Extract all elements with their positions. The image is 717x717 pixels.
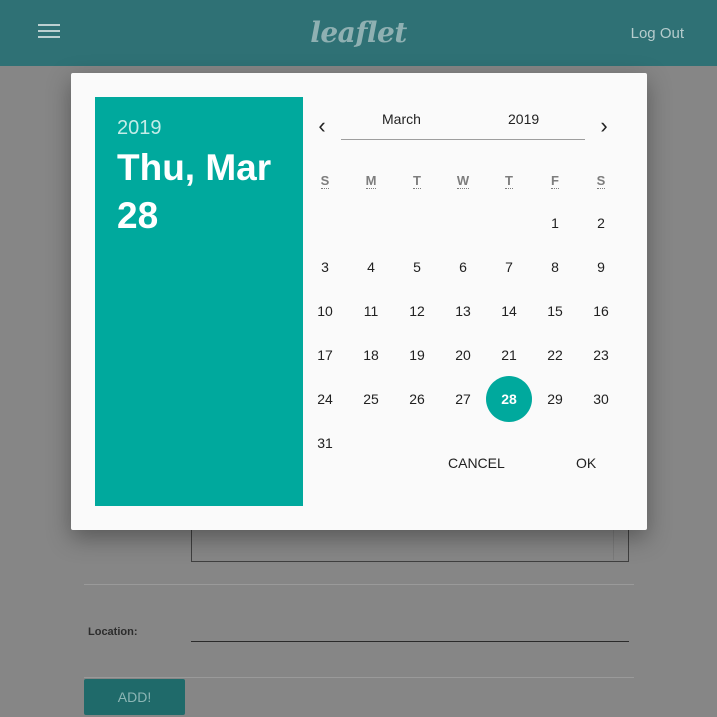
- location-label: Location:: [88, 626, 138, 638]
- day-cell[interactable]: 4: [348, 244, 394, 290]
- divider: [84, 677, 634, 678]
- day-selected[interactable]: 28: [486, 376, 532, 422]
- day-cell[interactable]: 20: [440, 332, 486, 378]
- month-year-select[interactable]: March 2019: [341, 111, 585, 140]
- day-cell[interactable]: 19: [394, 332, 440, 378]
- day-cell[interactable]: 3: [302, 244, 348, 290]
- chevron-left-icon[interactable]: ‹: [310, 115, 334, 139]
- day-cell[interactable]: 12: [394, 288, 440, 334]
- day-cell[interactable]: 1: [532, 200, 578, 246]
- location-input[interactable]: [191, 641, 629, 642]
- day-cell[interactable]: 6: [440, 244, 486, 290]
- day-cell[interactable]: 9: [578, 244, 624, 290]
- day-cell[interactable]: 27: [440, 376, 486, 422]
- weekday-label: S: [320, 173, 330, 189]
- day-cell[interactable]: 26: [394, 376, 440, 422]
- day-cell[interactable]: 5: [394, 244, 440, 290]
- day-cell[interactable]: 24: [302, 376, 348, 422]
- calendar: ‹ March 2019 › SMTWTFS 1 2 3 4 5 6 7 8 9 10 11 12 13…: [303, 97, 647, 506]
- year-select[interactable]: 2019: [508, 111, 539, 127]
- day-cell[interactable]: 13: [440, 288, 486, 334]
- dialog-actions: CANCEL OK: [303, 446, 647, 506]
- day-cell[interactable]: 23: [578, 332, 624, 378]
- day-cell[interactable]: 18: [348, 332, 394, 378]
- header-date: Thu, Mar 28: [117, 147, 272, 236]
- day-cell[interactable]: 16: [578, 288, 624, 334]
- weekday-label: T: [505, 173, 513, 189]
- day-cell[interactable]: 22: [532, 332, 578, 378]
- ok-button[interactable]: OK: [576, 455, 596, 471]
- header-year[interactable]: 2019: [117, 117, 281, 140]
- date-picker-header: 2019 Thu, Mar 28: [95, 97, 303, 506]
- day-cell[interactable]: 30: [578, 376, 624, 422]
- weekday-label: W: [456, 173, 470, 189]
- description-textarea[interactable]: [191, 528, 629, 562]
- day-cell[interactable]: 8: [532, 244, 578, 290]
- day-cell[interactable]: 17: [302, 332, 348, 378]
- app-logo: leaflet: [310, 16, 407, 49]
- weekday-label: M: [365, 173, 377, 189]
- day-cell[interactable]: 10: [302, 288, 348, 334]
- weekday-label: S: [596, 173, 606, 189]
- app-bar: leaflet Log Out: [0, 0, 717, 66]
- chevron-right-icon[interactable]: ›: [592, 115, 616, 139]
- day-cell[interactable]: 21: [486, 332, 532, 378]
- add-button[interactable]: ADD!: [84, 679, 185, 715]
- day-cell[interactable]: 15: [532, 288, 578, 334]
- logout-link[interactable]: Log Out: [631, 25, 684, 42]
- date-picker-dialog: 2019 Thu, Mar 28 ‹ March 2019 › SMTWTFS …: [71, 73, 647, 530]
- day-cell[interactable]: 11: [348, 288, 394, 334]
- day-cell[interactable]: 2: [578, 200, 624, 246]
- day-cell[interactable]: 7: [486, 244, 532, 290]
- weekday-label: T: [413, 173, 421, 189]
- day-cell[interactable]: 25: [348, 376, 394, 422]
- weekday-label: F: [551, 173, 559, 189]
- month-select[interactable]: March: [382, 111, 421, 127]
- day-cell[interactable]: 29: [532, 376, 578, 422]
- day-cell[interactable]: 14: [486, 288, 532, 334]
- divider: [84, 584, 634, 585]
- cancel-button[interactable]: CANCEL: [448, 455, 505, 471]
